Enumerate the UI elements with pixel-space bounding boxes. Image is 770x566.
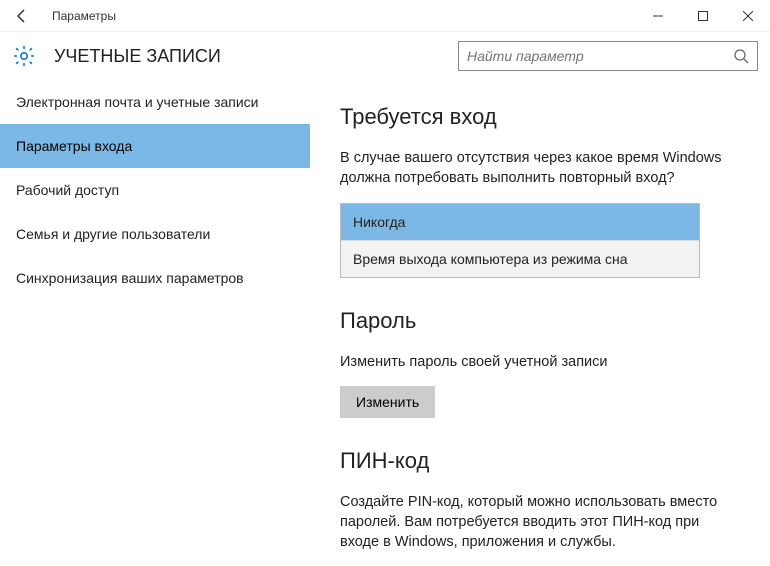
sidebar-item-work-access[interactable]: Рабочий доступ — [0, 168, 310, 212]
window-title: Параметры — [52, 9, 116, 23]
dropdown-option-never[interactable]: Никогда — [341, 204, 699, 240]
sidebar-item-signin-options[interactable]: Параметры входа — [0, 124, 310, 168]
sidebar-item-sync-settings[interactable]: Синхронизация ваших параметров — [0, 256, 310, 300]
section-heading-password: Пароль — [340, 308, 740, 334]
close-button[interactable] — [725, 0, 770, 32]
dropdown-option-sleep[interactable]: Время выхода компьютера из режима сна — [341, 240, 699, 277]
minimize-button[interactable] — [635, 0, 680, 32]
search-box[interactable] — [458, 41, 758, 71]
password-description: Изменить пароль своей учетной записи — [340, 352, 740, 372]
header: УЧЕТНЫЕ ЗАПИСИ — [0, 32, 770, 80]
change-password-button[interactable]: Изменить — [340, 386, 435, 418]
section-heading-pin: ПИН-код — [340, 448, 740, 474]
gear-icon — [12, 44, 36, 68]
maximize-button[interactable] — [680, 0, 725, 32]
content-pane: Требуется вход В случае вашего отсутстви… — [310, 80, 770, 566]
signin-description: В случае вашего отсутствия через какое в… — [340, 148, 740, 189]
signin-timeout-dropdown[interactable]: Никогда Время выхода компьютера из режим… — [340, 203, 700, 278]
sidebar-item-email-accounts[interactable]: Электронная почта и учетные записи — [0, 80, 310, 124]
pin-description: Создайте PIN-код, который можно использо… — [340, 492, 740, 553]
search-icon — [733, 48, 749, 64]
section-heading-signin: Требуется вход — [340, 104, 740, 130]
back-button[interactable] — [8, 2, 36, 30]
title-bar: Параметры — [0, 0, 770, 32]
sidebar-item-family-users[interactable]: Семья и другие пользователи — [0, 212, 310, 256]
page-title: УЧЕТНЫЕ ЗАПИСИ — [54, 46, 221, 67]
sidebar: Электронная почта и учетные записи Парам… — [0, 80, 310, 566]
search-input[interactable] — [467, 48, 733, 64]
